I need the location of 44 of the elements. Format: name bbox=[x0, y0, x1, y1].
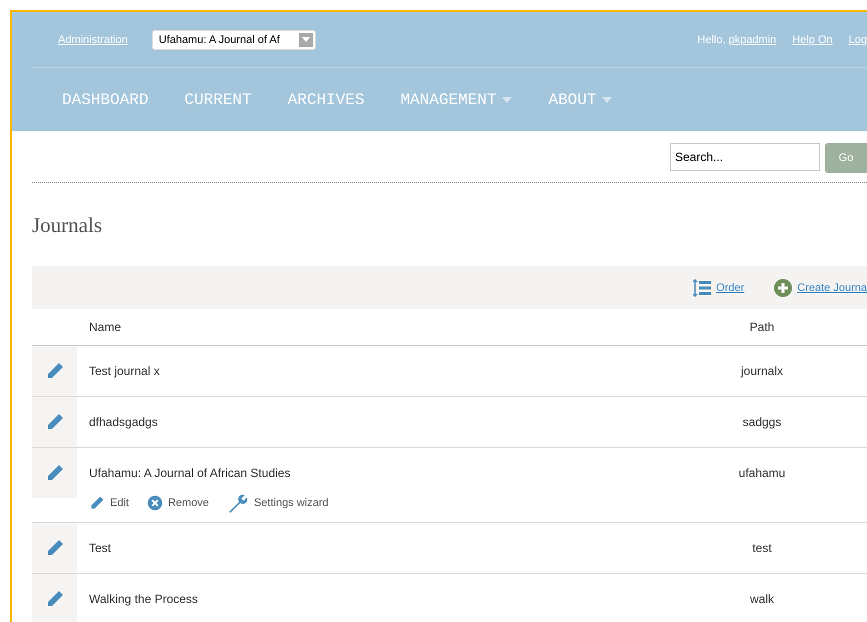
search-field[interactable]: Search... bbox=[670, 143, 820, 171]
nav-item[interactable]: MANAGEMENT bbox=[400, 90, 512, 108]
table-cell-text: Walking the Process bbox=[88, 592, 199, 606]
greeting-text: Hello, pkpadmin bbox=[697, 34, 776, 46]
header-link[interactable]: Help On bbox=[792, 34, 833, 46]
nav-item[interactable]: DASHBOARD bbox=[62, 90, 148, 108]
wrench-icon bbox=[226, 492, 249, 514]
caret-icon bbox=[502, 96, 512, 102]
table-cell-text: test bbox=[751, 541, 773, 555]
edit-cell[interactable] bbox=[32, 574, 77, 622]
journal-select[interactable]: Ufahamu: A Journal of Af bbox=[152, 30, 316, 50]
add-icon bbox=[774, 278, 792, 296]
edit-cell[interactable] bbox=[32, 448, 77, 498]
column-header: Path bbox=[748, 320, 776, 334]
table-cell-text: Test journal x bbox=[88, 364, 161, 378]
list-icon bbox=[693, 278, 712, 296]
table-cell-text: journalx bbox=[740, 364, 784, 378]
user-link[interactable]: pkpadmin bbox=[728, 34, 776, 46]
table-cell-text: ufahamu bbox=[738, 466, 786, 480]
row-action[interactable]: Remove bbox=[146, 492, 209, 514]
edit-cell[interactable] bbox=[32, 523, 77, 573]
pencil-icon bbox=[89, 495, 105, 511]
table-cell-text: walk bbox=[748, 592, 775, 606]
table-cell-text: Test bbox=[88, 541, 112, 555]
edit-cell[interactable] bbox=[32, 346, 77, 396]
nav-item[interactable]: ARCHIVES bbox=[288, 90, 364, 108]
create-journal-link[interactable]: Create Journa bbox=[774, 278, 867, 296]
header-link[interactable]: Log bbox=[848, 34, 867, 46]
page-title: Journals bbox=[32, 213, 103, 238]
caret-icon bbox=[302, 37, 310, 42]
table-cell-text: sadggs bbox=[742, 415, 782, 429]
caret-icon bbox=[602, 96, 612, 102]
table-cell-text: Ufahamu: A Journal of African Studies bbox=[88, 466, 292, 480]
administration-link[interactable]: Administration bbox=[58, 34, 128, 46]
remove-icon bbox=[146, 495, 163, 511]
order-link[interactable]: Order bbox=[693, 278, 744, 296]
nav-item[interactable]: ABOUT bbox=[548, 90, 612, 108]
row-action[interactable]: Edit bbox=[89, 492, 129, 514]
row-action[interactable]: Settings wizard bbox=[226, 492, 329, 514]
table-cell-text: dfhadsgadgs bbox=[88, 415, 159, 429]
edit-cell[interactable] bbox=[32, 397, 77, 447]
go-button[interactable]: Go bbox=[825, 143, 867, 173]
nav-item[interactable]: CURRENT bbox=[184, 90, 252, 108]
column-header: Name bbox=[88, 320, 122, 334]
